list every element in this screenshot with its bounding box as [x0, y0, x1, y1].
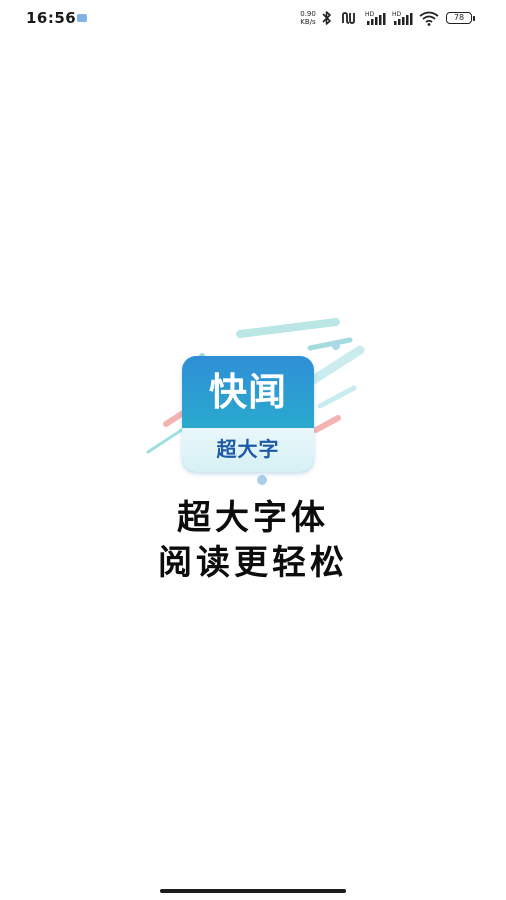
notification-icon [77, 14, 87, 22]
status-time: 16:56 [26, 9, 77, 27]
signal-label: HD [392, 11, 402, 18]
network-speed-value: 0.90 [300, 10, 316, 18]
app-logo: 快闻 超大字 [140, 310, 370, 490]
logo-title: 快闻 [208, 370, 287, 414]
status-bar: 16:56 0.90 KB/s HD HD 78 [0, 0, 506, 36]
tagline-line-1: 超大字体 [177, 498, 329, 538]
network-speed: 0.90 KB/s [296, 10, 320, 26]
bluetooth-icon [322, 11, 331, 25]
signal-label: HD [365, 11, 375, 18]
signal-icon: HD [365, 11, 386, 25]
nfc-icon [342, 12, 355, 24]
logo-subtitle: 超大字 [216, 437, 280, 461]
battery-level: 78 [453, 13, 465, 22]
network-speed-unit: KB/s [300, 18, 316, 26]
logo-card: 快闻 超大字 [182, 356, 314, 472]
battery-icon: 78 [446, 12, 472, 24]
wifi-icon [419, 11, 439, 26]
tagline-line-2: 阅读更轻松 [158, 543, 348, 583]
battery-cap [473, 15, 475, 21]
logo-band: 超大字 [182, 428, 314, 472]
signal-icon: HD [392, 11, 413, 25]
home-gesture-bar[interactable] [160, 889, 346, 893]
